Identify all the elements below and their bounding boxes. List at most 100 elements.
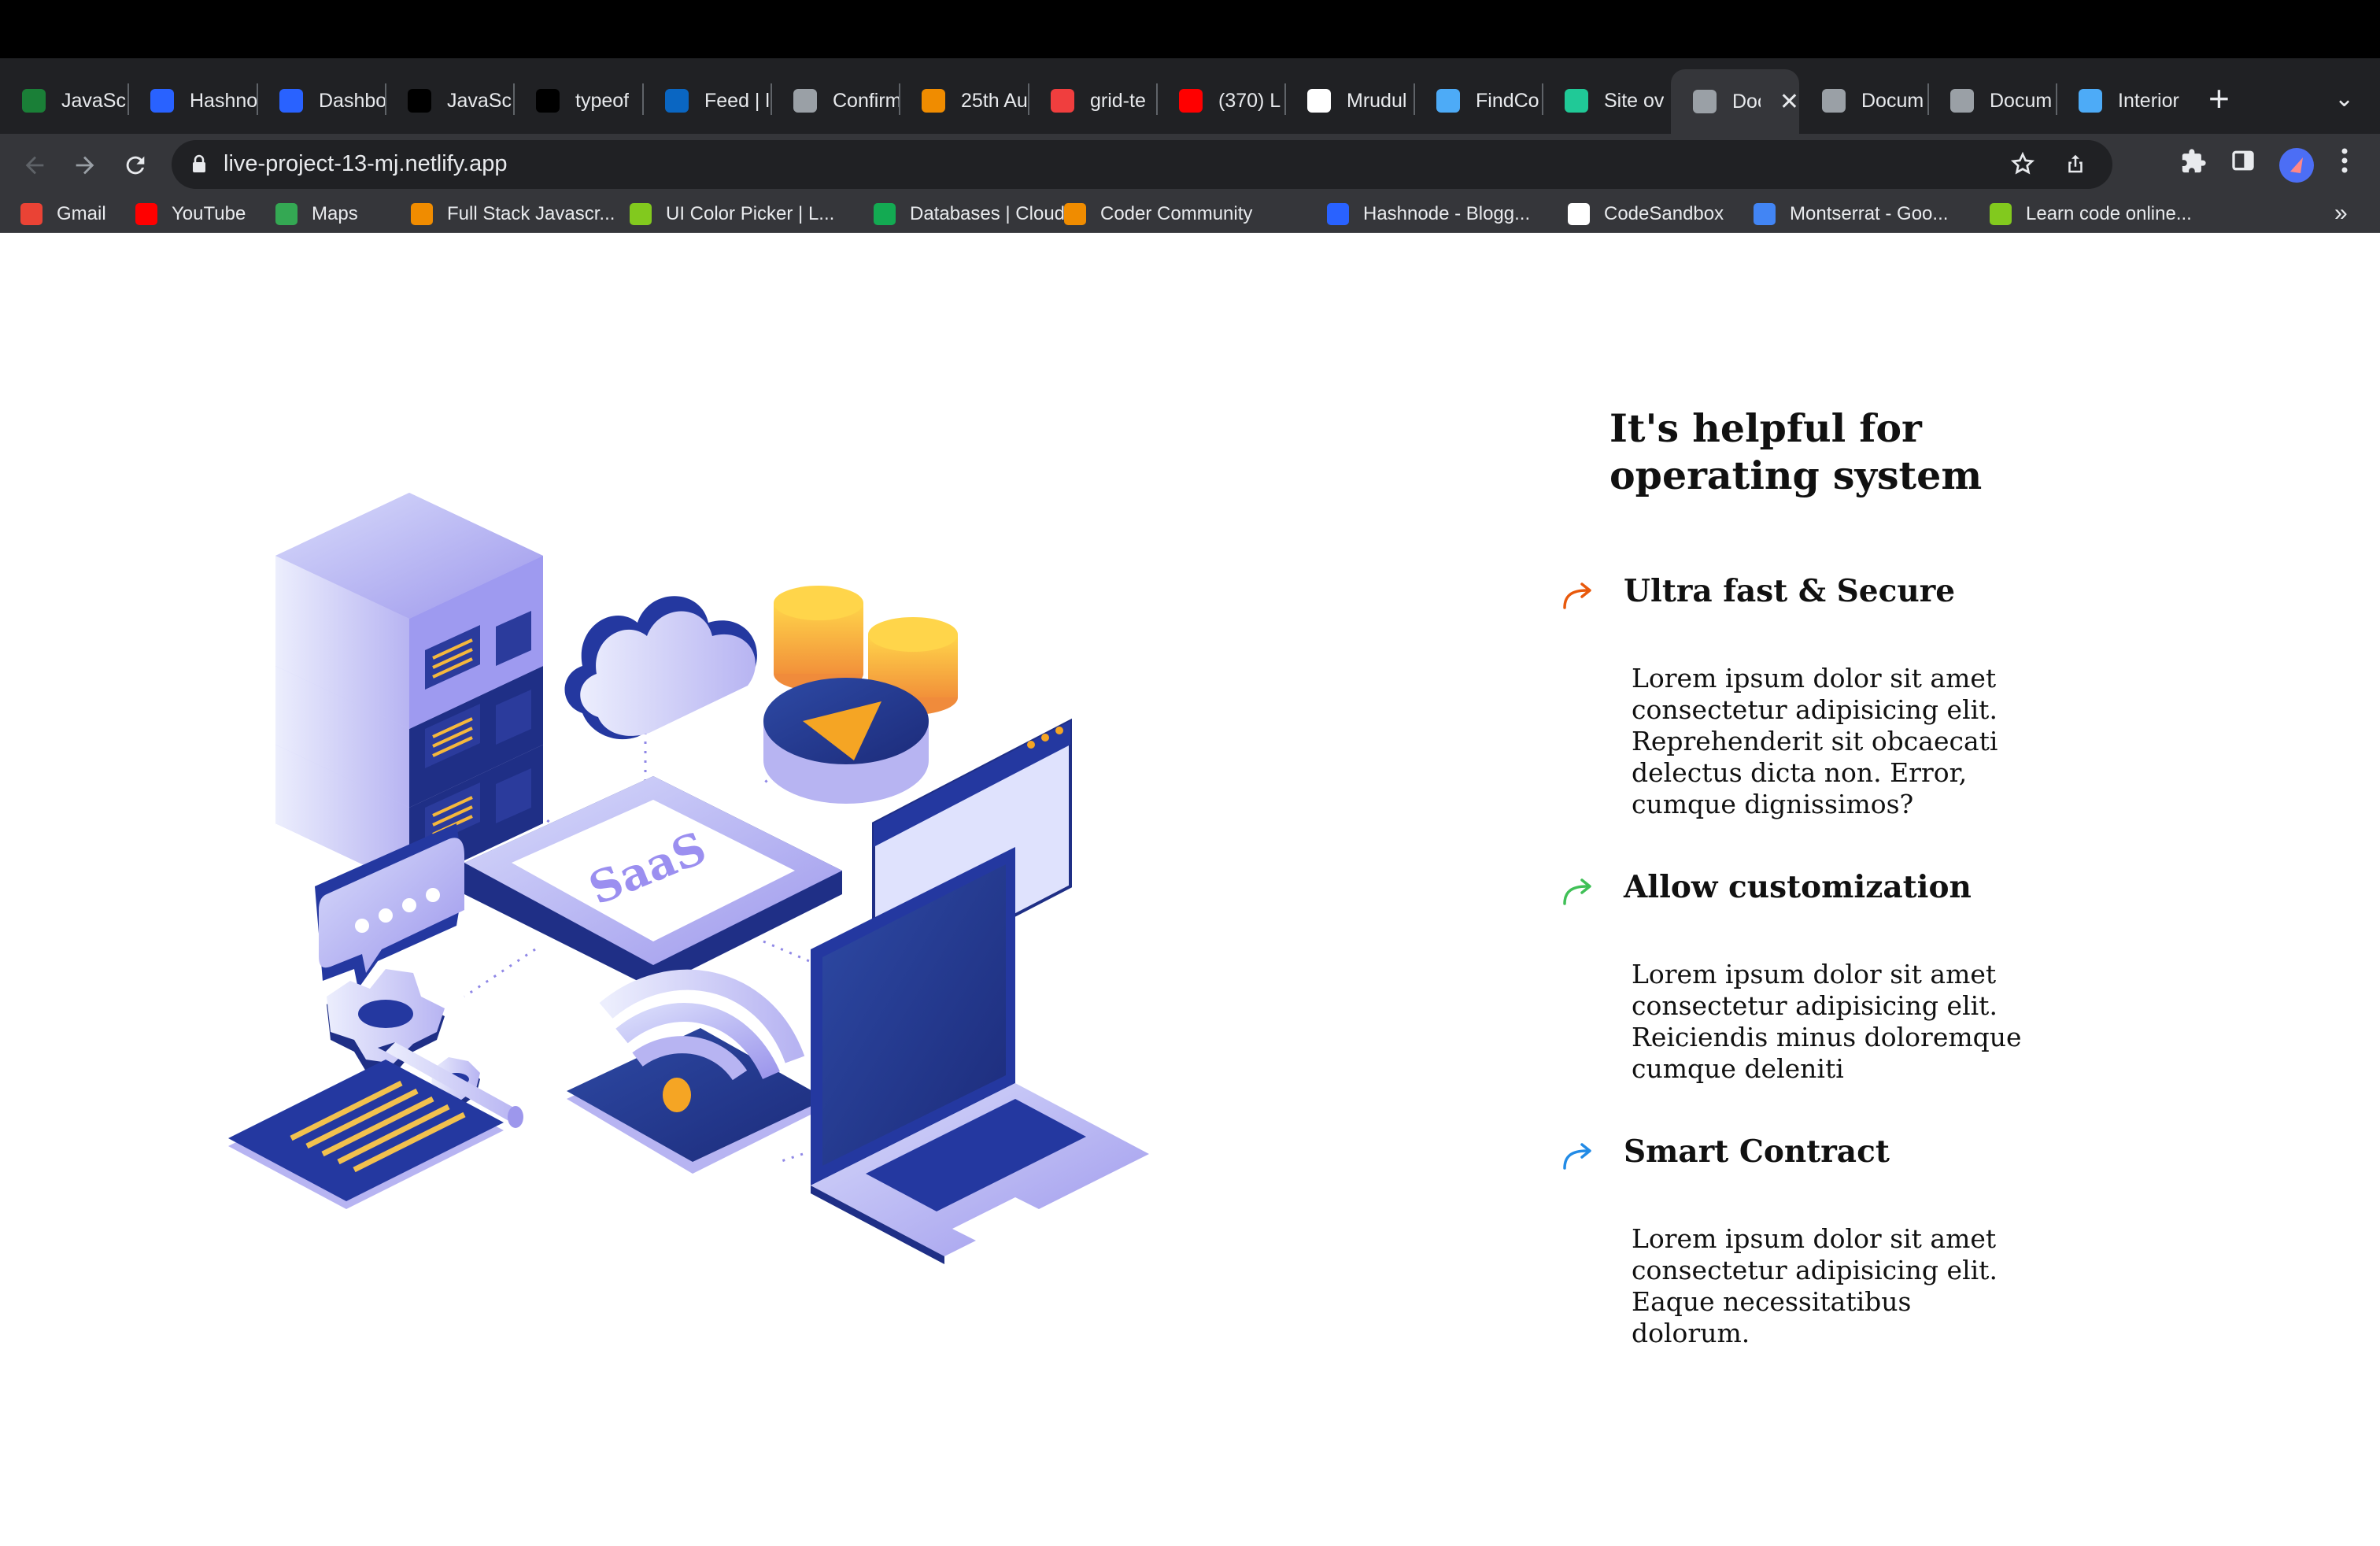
bookmark-star-icon[interactable] — [2010, 151, 2035, 183]
bookmark-label: Full Stack Javascr... — [447, 203, 615, 224]
bookmark-label: Hashnode - Blogg... — [1363, 203, 1531, 224]
course-icon — [411, 203, 433, 225]
tab-title: Dashbo — [319, 89, 386, 112]
browser-tab[interactable]: JavaSc — [386, 69, 514, 132]
kebab-menu-icon[interactable] — [2339, 145, 2350, 183]
code-icon — [1436, 89, 1460, 113]
browser-tab[interactable]: grid-te — [1029, 69, 1157, 132]
lock-icon — [193, 154, 205, 172]
new-tab-button[interactable]: + — [2208, 80, 2230, 117]
gmail-icon — [20, 203, 42, 225]
bookmark-label: Maps — [312, 203, 358, 224]
tab-separator — [385, 83, 386, 115]
phone-wifi-shape — [567, 969, 826, 1174]
bookmark-item[interactable]: Hashnode - Blogg... — [1327, 198, 1530, 230]
browser-tab[interactable]: Doc ✕ — [1671, 69, 1799, 134]
bookmark-item[interactable]: Maps — [275, 198, 358, 230]
url-text[interactable]: live-project-13-mj.netlify.app — [224, 151, 508, 177]
reload-icon — [126, 156, 145, 175]
tab-title: JavaSc — [61, 89, 126, 112]
tab-title: Interior — [2118, 89, 2179, 112]
browser-tab[interactable]: Site ov — [1543, 69, 1671, 132]
tab-separator — [899, 83, 900, 115]
bookmark-label: Databases | Cloud... — [910, 203, 1081, 224]
google-fonts-icon — [1754, 203, 1776, 225]
curved-arrow-icon — [1563, 1143, 1591, 1170]
feature-title: Ultra fast & Secure — [1624, 573, 1956, 609]
browser-tab[interactable]: FindCo — [1414, 69, 1543, 132]
tab-title: FindCo — [1476, 89, 1539, 112]
bookmarks-bar: Gmail YouTube Maps Full Stack Javascr... UI … — [0, 197, 2380, 233]
forward-button[interactable] — [65, 145, 105, 186]
orange-circle-icon — [922, 89, 945, 113]
tab-title: Doc — [1732, 90, 1761, 113]
bookmark-item[interactable]: YouTube — [135, 198, 246, 230]
bookmark-item[interactable]: Gmail — [20, 198, 106, 230]
feature-description: Lorem ipsum dolor sit amet consectetur a… — [1632, 1223, 1998, 1348]
color-picker-icon — [630, 203, 652, 225]
tab-separator — [771, 83, 772, 115]
globe-icon — [1822, 89, 1846, 113]
browser-tab[interactable]: JavaSc — [0, 69, 128, 132]
address-bar[interactable]: live-project-13-mj.netlify.app — [172, 140, 2112, 189]
bookmark-item[interactable]: Learn code online... — [1990, 198, 2192, 230]
tab-separator — [257, 83, 258, 115]
browser-tab[interactable]: Mrudul — [1285, 69, 1414, 132]
medium-icon — [408, 89, 431, 113]
medium-icon — [536, 89, 560, 113]
bookmarks-overflow-button[interactable]: » — [2334, 200, 2348, 227]
bookmark-item[interactable]: Montserrat - Goo... — [1754, 198, 1948, 230]
web-page: SaaS It's helpful for operating system U… — [0, 233, 2380, 1546]
youtube-icon — [1179, 89, 1203, 113]
back-button[interactable] — [14, 145, 55, 186]
curved-arrow-icon — [1563, 878, 1591, 905]
play-button-disc — [763, 678, 929, 804]
maps-icon — [275, 203, 298, 225]
reload-button[interactable] — [115, 145, 156, 186]
browser-tab[interactable]: Feed | l — [643, 69, 771, 132]
tab-title: grid-te — [1090, 89, 1146, 112]
browser-tab[interactable]: Confirm — [771, 69, 900, 132]
hashnode-icon — [1327, 203, 1349, 225]
tab-search-button[interactable]: ⌄ — [2334, 85, 2354, 113]
bookmark-item[interactable]: UI Color Picker | L... — [630, 198, 834, 230]
browser-tab[interactable]: typeof — [514, 69, 642, 132]
tab-separator — [1156, 83, 1158, 115]
browser-tab[interactable]: Docum — [1928, 69, 2057, 132]
feature-description: Lorem ipsum dolor sit amet consectetur a… — [1632, 959, 2022, 1084]
browser-tab[interactable]: (370) L — [1157, 69, 1285, 132]
back-arrow-icon — [25, 156, 44, 175]
screen-top-bar — [0, 0, 2380, 58]
extensions-puzzle-icon[interactable] — [2180, 148, 2207, 182]
forward-arrow-icon — [76, 156, 94, 175]
tab-title: Hashno — [190, 89, 257, 112]
notepad-and-pencil — [228, 1042, 523, 1209]
share-icon[interactable] — [2064, 151, 2087, 183]
tab-separator — [1927, 83, 1929, 115]
tab-separator — [513, 83, 515, 115]
github-icon — [1307, 89, 1331, 113]
bookmark-item[interactable]: Full Stack Javascr... — [411, 198, 615, 230]
browser-tab[interactable]: Docum — [1800, 69, 1928, 132]
browser-tab[interactable]: Hashno — [128, 69, 257, 132]
linkedin-icon — [665, 89, 689, 113]
saas-isometric-illustration: SaaS — [228, 493, 1149, 1264]
tab-title: JavaSc — [447, 89, 512, 112]
close-tab-icon[interactable]: ✕ — [1779, 88, 1799, 116]
browser-tab[interactable]: Interior — [2057, 69, 2185, 132]
tab-title: Confirm — [833, 89, 900, 112]
bookmark-item[interactable]: Coder Community — [1064, 198, 1252, 230]
tab-separator — [1542, 83, 1543, 115]
browser-tab[interactable]: 25th Au — [900, 69, 1028, 132]
tab-separator — [642, 83, 644, 115]
profile-avatar[interactable] — [2279, 148, 2314, 183]
bookmark-item[interactable]: CodeSandbox — [1568, 198, 1724, 230]
bookmark-item[interactable]: Databases | Cloud... — [874, 198, 1081, 230]
bookmark-label: Coder Community — [1100, 203, 1253, 224]
laptop-shape — [811, 847, 1149, 1264]
braces-icon — [1064, 203, 1086, 225]
browser-tab[interactable]: Dashbo — [257, 69, 386, 132]
tab-separator — [1028, 83, 1029, 115]
side-panel-icon[interactable] — [2230, 148, 2256, 180]
tab-title: Feed | l — [704, 89, 770, 112]
